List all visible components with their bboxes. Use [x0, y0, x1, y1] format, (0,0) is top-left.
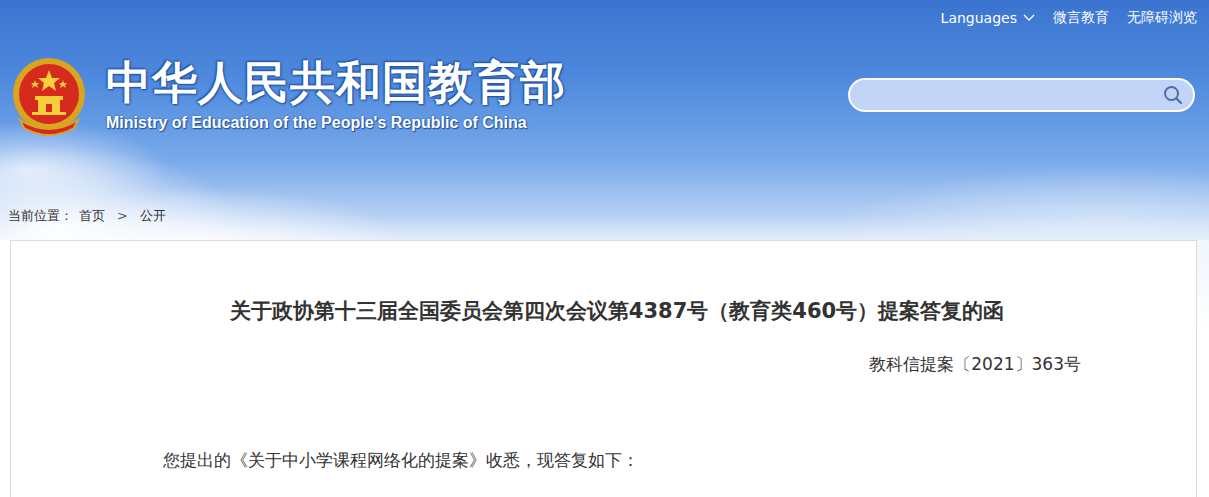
site-title: 中华人民共和国教育部 [106, 58, 566, 108]
brand-row: 中华人民共和国教育部 Ministry of Education of the P… [0, 50, 1209, 140]
search-box [848, 78, 1195, 112]
brand[interactable]: 中华人民共和国教育部 Ministry of Education of the P… [10, 54, 566, 136]
top-link[interactable]: 微言教育 [1053, 9, 1109, 27]
search-input[interactable] [864, 86, 1163, 104]
document-paragraph: 您提出的《关于中小学课程网络化的提案》收悉，现答复如下： [163, 447, 1081, 473]
breadcrumb: 当前位置： 首页 > 公开 [0, 206, 1209, 226]
breadcrumb-label: 当前位置： [8, 206, 73, 226]
top-link[interactable]: 无障碍浏览 [1127, 9, 1197, 27]
top-link[interactable]: Languages [941, 10, 1035, 26]
top-link-label[interactable]: 无障碍浏览 [1127, 9, 1197, 27]
top-link-label[interactable]: Languages [941, 10, 1017, 26]
breadcrumb-item[interactable]: 首页 [79, 206, 105, 226]
document-title: 关于政协第十三届全国委员会第四次会议第4387号（教育类460号）提案答复的函 [153, 296, 1081, 326]
page: Languages 微言教育无障碍浏览中华人民共和国教育部 Ministry of … [0, 0, 1209, 497]
breadcrumb-item[interactable]: 公开 [140, 206, 166, 226]
breadcrumb-separator: > [111, 206, 134, 226]
top-link-label[interactable]: 微言教育 [1053, 9, 1109, 27]
site-subtitle: Ministry of Education of the People's Re… [106, 114, 566, 132]
chevron-down-icon [1023, 14, 1035, 22]
search-icon[interactable] [1163, 85, 1183, 105]
document-panel: 关于政协第十三届全国委员会第四次会议第4387号（教育类460号）提案答复的函教… [10, 240, 1197, 497]
site-header: Languages 微言教育无障碍浏览中华人民共和国教育部 Ministry of … [0, 0, 1209, 240]
document-number: 教科信提案〔2021〕363号 [163, 351, 1081, 377]
national-emblem-icon [10, 54, 88, 136]
brand-text: 中华人民共和国教育部 Ministry of Education of the P… [106, 58, 566, 132]
top-bar: Languages 微言教育无障碍浏览 [0, 0, 1209, 36]
